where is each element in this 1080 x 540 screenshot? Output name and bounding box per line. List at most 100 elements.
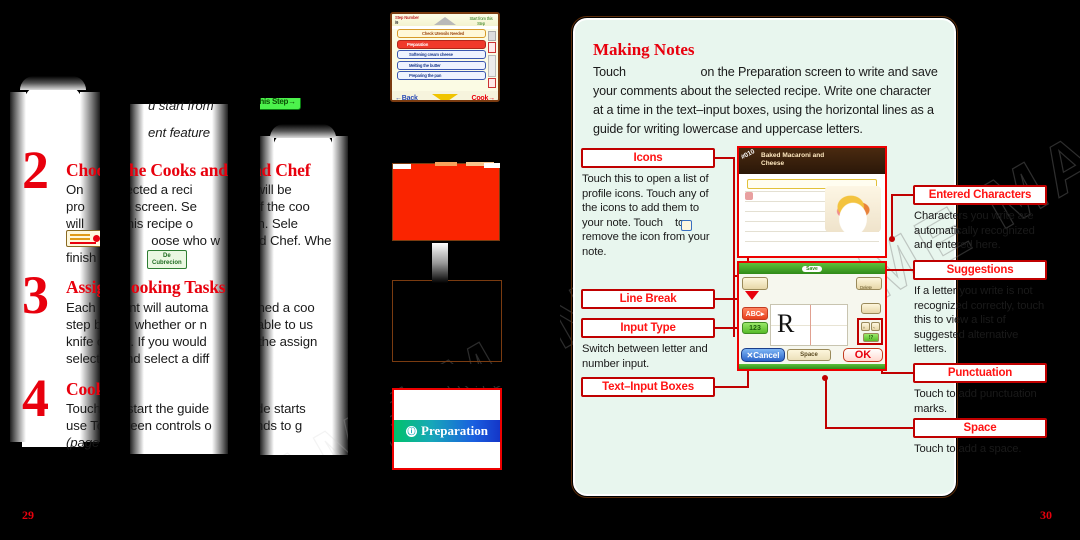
back-button[interactable]: ←Back xyxy=(395,95,418,101)
step-row-2[interactable]: Melting the butter xyxy=(397,60,486,70)
callout-entered-characters-body: Characters you write are automatically r… xyxy=(914,210,1035,252)
callout-input-type-title: Input Type xyxy=(581,318,715,338)
step-number-2: 2 xyxy=(22,140,49,200)
punct-cell-1[interactable]: 。 xyxy=(861,322,870,331)
occlusion-block xyxy=(380,243,560,279)
confirm-chip-line2: Cubrecion xyxy=(152,259,182,266)
callout-input-type-body: Switch between letter and number input. xyxy=(582,343,708,370)
redacted-screen-block xyxy=(392,163,500,241)
occlusion-soft-edge xyxy=(432,243,448,283)
confirm-button-chip[interactable]: De Cubrecion xyxy=(147,250,187,270)
recipe-header: #010 Baked Macaroni and Cheese xyxy=(739,148,885,174)
recipe-title-line1: Baked Macaroni and xyxy=(761,152,825,159)
leader-line xyxy=(897,269,915,271)
preparation-button[interactable]: ⓘ Preparation xyxy=(394,420,500,442)
step-counter: /9 xyxy=(395,20,399,25)
ds-header: Step Number /9 Start from this Step xyxy=(392,14,498,26)
preparation-section-row[interactable]: Preparation xyxy=(397,39,486,49)
callout-suggestions-title: Suggestions xyxy=(913,260,1047,280)
number-input-type-button[interactable]: 123 xyxy=(742,322,768,334)
cook-button[interactable]: Cook→ xyxy=(471,95,495,101)
scroll-up-button[interactable] xyxy=(488,31,496,41)
preparation-card: ⓘ Preparation xyxy=(392,388,502,470)
occlusion-block xyxy=(230,82,390,98)
manual-spread: GAME MANUAL 1 View Steps Cook→ Start fro… xyxy=(0,0,1080,540)
ok-button[interactable]: OK xyxy=(843,348,883,362)
space-button[interactable]: Space xyxy=(787,349,831,361)
occlusion-block xyxy=(380,104,560,162)
scrollbar[interactable] xyxy=(488,55,496,77)
preparation-label: Preparation xyxy=(421,423,488,438)
occlusion-block xyxy=(380,472,560,540)
written-character: R xyxy=(777,309,795,338)
delete-button[interactable]: Delete xyxy=(856,277,882,290)
save-bar[interactable]: Save xyxy=(739,263,885,274)
callout-space-body: Touch to add a space. xyxy=(914,443,1022,455)
cooks-list-icon[interactable] xyxy=(66,230,104,248)
step-number-4: 4 xyxy=(22,368,49,428)
making-notes-title: Making Notes xyxy=(593,40,695,59)
step-heading-3: Assign Cooking Tasks xyxy=(66,277,226,297)
callout-line-break-title: Line Break xyxy=(581,289,715,309)
start-chip-line2: this Step→ xyxy=(257,97,296,107)
recipe-number: #010 xyxy=(739,148,757,162)
leader-line xyxy=(715,386,749,388)
bottom-green-bar xyxy=(739,364,885,369)
redacted-highlight xyxy=(484,163,500,168)
leader-line xyxy=(891,194,893,240)
suggestions-button[interactable] xyxy=(861,303,881,314)
ds-step-list-screen: Step Number /9 Start from this Step Chec… xyxy=(390,12,500,102)
scroll-down-button[interactable] xyxy=(488,78,496,88)
scroll-up-icon[interactable] xyxy=(434,17,456,25)
line-break-icon[interactable] xyxy=(745,291,759,300)
redacted-highlight xyxy=(393,164,411,169)
cancel-button[interactable]: ✕Cancel xyxy=(741,348,785,362)
callout-text-input-boxes-title: Text–Input Boxes xyxy=(581,377,715,397)
page-number-left: 29 xyxy=(22,508,34,522)
bookmark-icon[interactable] xyxy=(488,42,496,53)
callout-icons-body: Touch this to open a list of profile ico… xyxy=(582,173,710,258)
icons-button[interactable] xyxy=(742,277,768,290)
callout-suggestions-body: If a letter you write is not recognized … xyxy=(914,285,1045,356)
redacted-highlight xyxy=(435,162,457,166)
step-row-1[interactable]: Softening cream cheese xyxy=(397,50,486,59)
right-page: GAME MANUAL Making Notes Touch on the Pr… xyxy=(560,0,1080,540)
callout-space-title: Space xyxy=(913,418,1047,438)
paper-strip-cap xyxy=(270,124,336,138)
paper-strip-cap xyxy=(20,76,86,90)
step-number-label: Step Number xyxy=(395,15,419,20)
remove-icon-glyph xyxy=(681,220,692,231)
profile-icon xyxy=(745,192,753,200)
start-from-this-step-label[interactable]: Start from this Step xyxy=(467,16,495,26)
middle-column: Step Number /9 Start from this Step Chec… xyxy=(380,0,560,540)
page-number-right: 30 xyxy=(1040,508,1052,522)
confirm-chip-line1: De xyxy=(163,253,171,259)
occlusion-block xyxy=(120,76,240,96)
check-utensils-row[interactable]: Check Utensils Needed xyxy=(397,29,486,38)
callout-punctuation-body: Touch to add punctuation marks. xyxy=(914,388,1037,415)
ds-device-mock: #010 Baked Macaroni and Cheese Save Dele… xyxy=(735,146,890,386)
punctuation-panel[interactable]: 。 、 !? xyxy=(857,318,883,345)
save-button[interactable]: Save xyxy=(802,265,822,272)
recipe-title-line2: Cheese xyxy=(761,160,785,167)
leader-line xyxy=(891,194,915,196)
ds-top-screen: #010 Baked Macaroni and Cheese xyxy=(737,146,887,258)
step-number-3: 3 xyxy=(22,265,49,325)
making-notes-body: Touch on the Preparation screen to write… xyxy=(593,65,938,136)
occlusion-block xyxy=(380,364,560,386)
step-row-3[interactable]: Preparing the pan xyxy=(397,71,486,80)
leader-line xyxy=(825,427,915,429)
abc-input-type-button[interactable]: ABC▸ xyxy=(742,307,768,320)
punct-cell-2[interactable]: 、 xyxy=(871,322,880,331)
outlined-screen-block xyxy=(392,280,502,362)
callout-entered-characters-title: Entered Characters xyxy=(913,185,1047,205)
recipe-photo xyxy=(825,186,881,232)
text-input-boxes[interactable]: R xyxy=(770,304,848,346)
ds-bottom-screen: Save Delete ABC▸ 123 R 。 、 !? Space ✕Can… xyxy=(737,261,887,371)
making-notes-panel: GAME MANUAL Making Notes Touch on the Pr… xyxy=(573,6,1080,496)
punct-cell-3[interactable]: !? xyxy=(863,333,879,342)
scroll-down-icon[interactable] xyxy=(431,93,458,100)
callout-punctuation-title: Punctuation xyxy=(913,363,1047,383)
leader-line xyxy=(715,157,735,159)
callout-icons-title: Icons xyxy=(581,148,715,168)
